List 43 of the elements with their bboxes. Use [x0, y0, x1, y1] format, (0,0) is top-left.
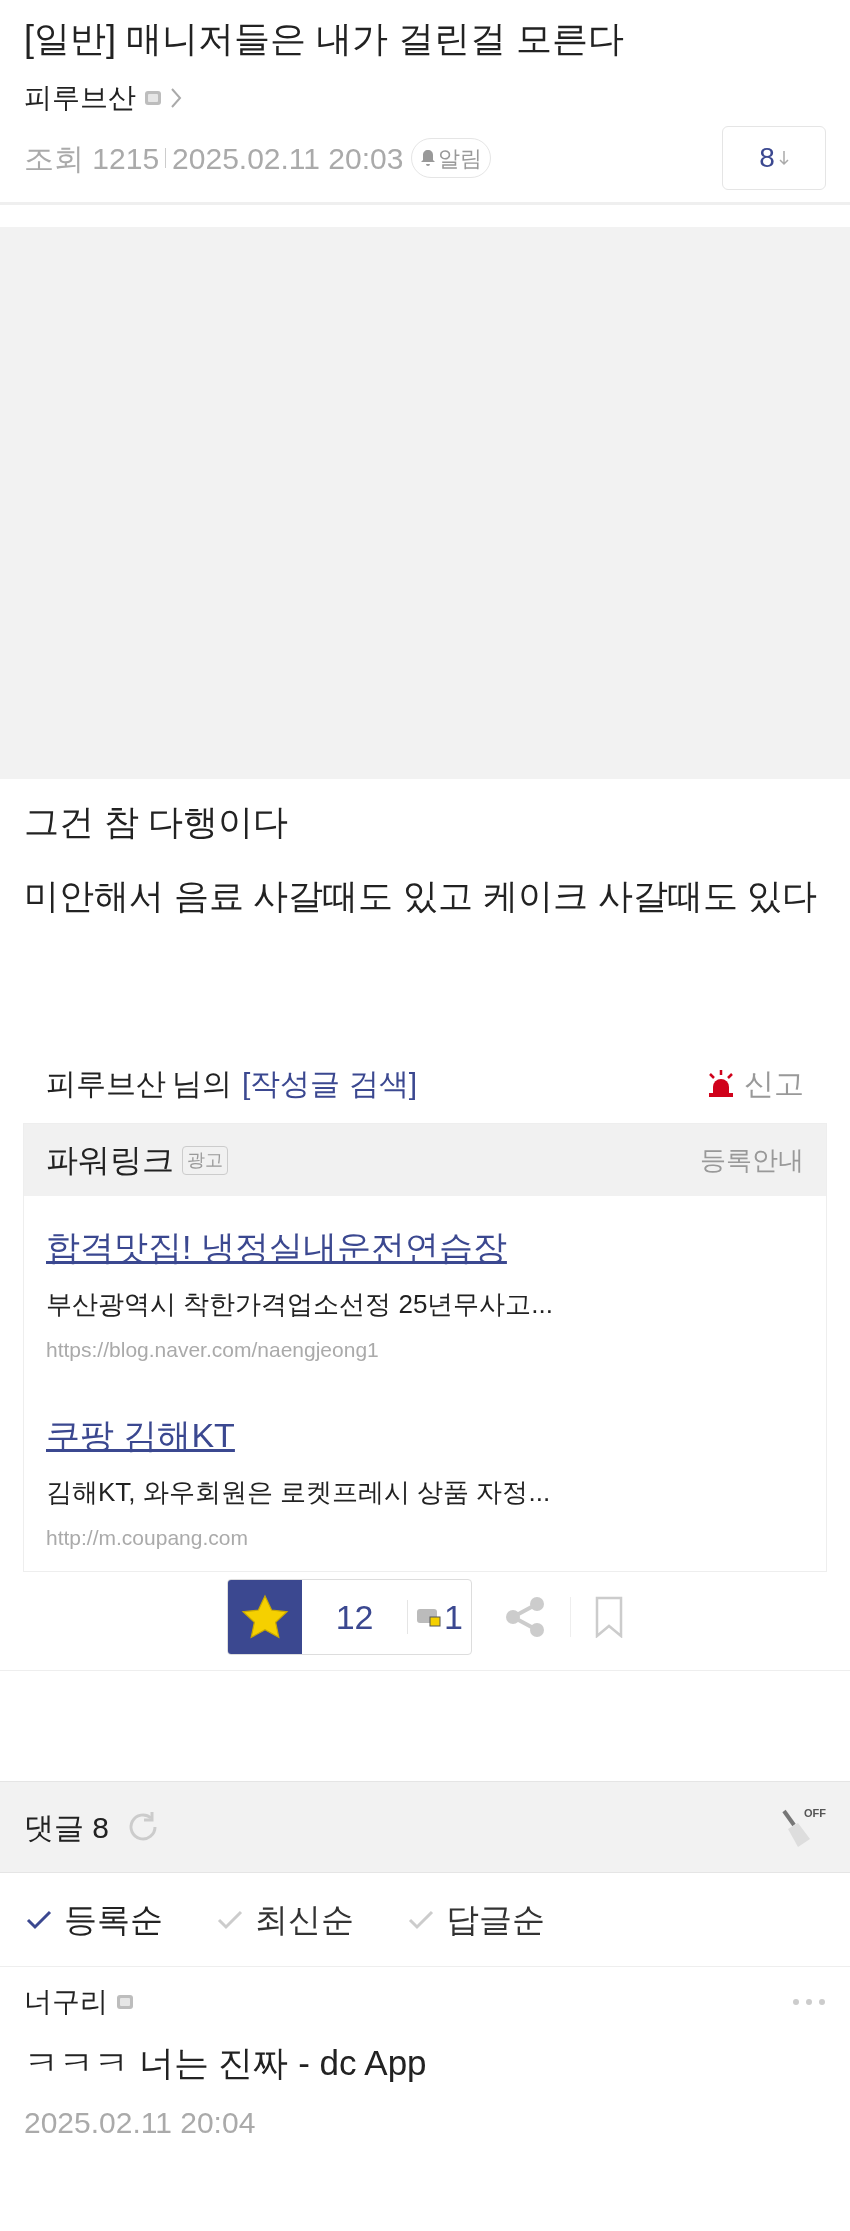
comment-text: ㅋㅋㅋ 너는 진짜 - dc App [24, 2042, 428, 2084]
powerlink-title: 파워링크 [46, 1141, 174, 1180]
check-icon [26, 1909, 52, 1930]
author-name[interactable]: 피루브산 [24, 77, 136, 119]
arrow-down-icon [778, 150, 789, 166]
post-title: [일반] 매니저들은 내가 걸린걸 모른다 [24, 17, 625, 61]
post-date: 2025.02.11 20:03 [172, 140, 404, 177]
view-count: 조회 1215 [24, 140, 160, 177]
check-icon [408, 1909, 434, 1930]
sort-option[interactable]: 최신순 [217, 1894, 354, 1945]
check-icon [217, 1909, 243, 1930]
user-badge-icon [116, 1994, 134, 2010]
fixed-recommend-count: 1 [444, 1596, 463, 1638]
author-suffix: 님의 [172, 1065, 232, 1102]
post-search-link[interactable]: [작성글 검색] [242, 1060, 417, 1106]
recommend-count: 12 [334, 1596, 375, 1638]
recommend-button[interactable] [228, 1580, 302, 1654]
fixed-user-icon [416, 1607, 443, 1627]
comment-date: 2025.02.11 20:04 [24, 2104, 257, 2141]
bookmark-icon[interactable] [595, 1596, 623, 1638]
ad-description: 부산광역시 착한가격업소선정 25년무사고... [46, 1288, 555, 1321]
ad-label: 광고 [182, 1145, 228, 1175]
body-paragraph: 미안해서 음료 사갈때도 있고 케이크 사갈때도 있다 [24, 875, 819, 917]
filter-off-button[interactable]: OFF [780, 1805, 826, 1849]
ad-description: 김해KT, 와우회원은 로켓프레시 상품 자정... [46, 1475, 552, 1509]
ad-url: http://m.coupang.com [46, 1524, 249, 1551]
author-name: 피루브산 [46, 1065, 166, 1102]
comment-jump-button[interactable]: 8 [722, 126, 826, 190]
comment-count: 댓글 8 [24, 1809, 110, 1846]
comment-author[interactable]: 너구리 [24, 1981, 108, 2023]
bell-icon [420, 149, 437, 167]
chevron-right-icon[interactable] [170, 87, 182, 109]
more-icon[interactable] [792, 1998, 826, 2006]
ad-url: https://blog.naver.com/naengjeong1 [46, 1337, 380, 1363]
body-paragraph: 그건 참 다행이다 [24, 801, 290, 843]
share-icon[interactable] [504, 1596, 546, 1638]
star-icon [241, 1594, 289, 1640]
sort-option[interactable]: 등록순 [26, 1894, 163, 1945]
ad-title-link[interactable]: 합격맛집! 냉정실내운전연습장 [46, 1228, 507, 1266]
ad-title-link[interactable]: 쿠팡 김해KT [46, 1415, 235, 1454]
siren-icon [706, 1069, 736, 1097]
sort-option[interactable]: 답글순 [408, 1894, 545, 1945]
user-badge-icon [144, 90, 162, 106]
